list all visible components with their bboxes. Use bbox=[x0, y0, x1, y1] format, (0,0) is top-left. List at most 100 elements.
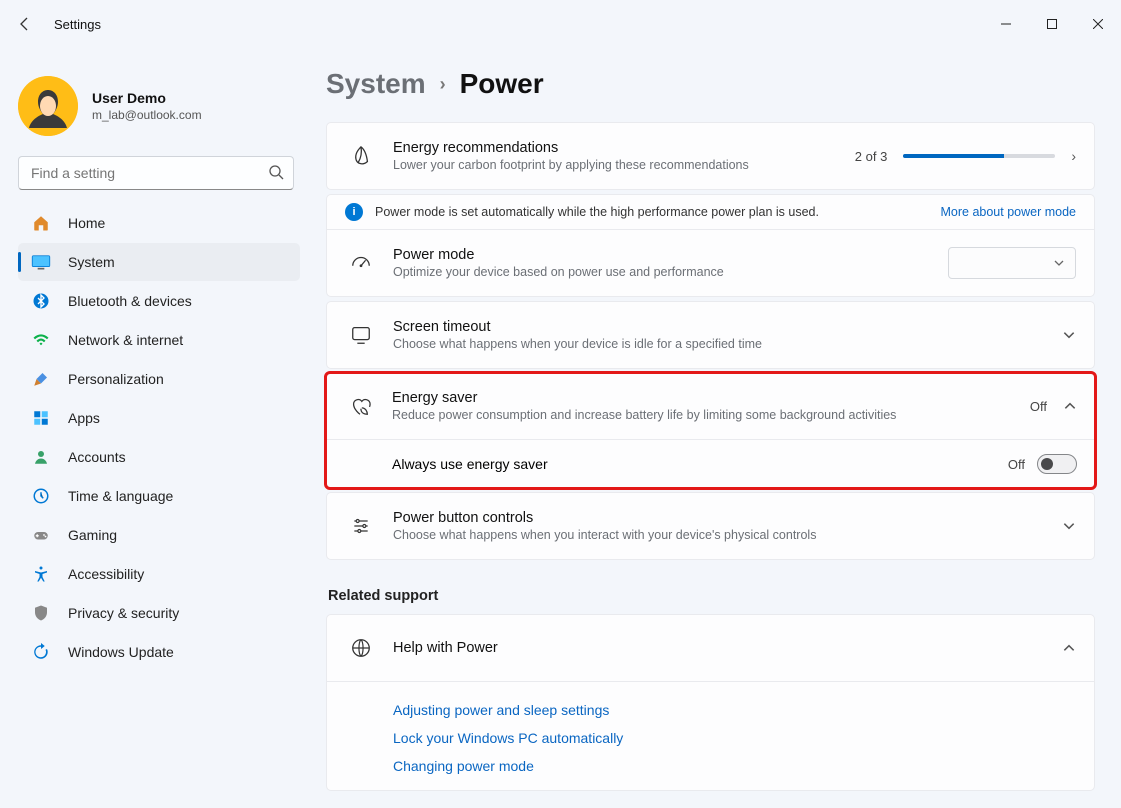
leaf-icon bbox=[345, 145, 377, 167]
chevron-up-icon bbox=[1062, 641, 1076, 655]
content[interactable]: System › Power Energy recommendations Lo… bbox=[310, 48, 1121, 808]
accounts-icon bbox=[30, 446, 52, 468]
energy-sub: Lower your carbon footprint by applying … bbox=[393, 158, 855, 172]
sidebar-item-time-language[interactable]: Time & language bbox=[18, 477, 300, 515]
always-energy-saver-toggle[interactable] bbox=[1037, 454, 1077, 474]
info-icon: i bbox=[345, 203, 363, 221]
sidebar-item-label: Windows Update bbox=[68, 644, 174, 660]
sidebar-item-label: Apps bbox=[68, 410, 100, 426]
maximize-button[interactable] bbox=[1029, 8, 1075, 40]
accessibility-icon bbox=[30, 563, 52, 585]
breadcrumb: System › Power bbox=[326, 68, 1095, 100]
chevron-right-icon: › bbox=[1071, 148, 1076, 164]
info-link[interactable]: More about power mode bbox=[941, 205, 1077, 219]
saver-title: Energy saver bbox=[392, 390, 1030, 406]
back-button[interactable] bbox=[8, 7, 42, 41]
gauge-icon bbox=[345, 252, 377, 274]
sidebar-item-label: Accounts bbox=[68, 449, 126, 465]
chevron-down-icon bbox=[1053, 257, 1065, 269]
help-links: Adjusting power and sleep settingsLock y… bbox=[327, 681, 1094, 790]
always-label: Always use energy saver bbox=[392, 456, 548, 472]
body: User Demo m_lab@outlook.com HomeSystemBl… bbox=[0, 48, 1121, 808]
personalization-icon bbox=[30, 368, 52, 390]
energy-saver-card: Energy saver Reduce power consumption an… bbox=[326, 373, 1095, 488]
user-email: m_lab@outlook.com bbox=[92, 108, 202, 122]
help-link[interactable]: Changing power mode bbox=[345, 752, 1076, 780]
avatar-icon bbox=[18, 76, 78, 136]
chevron-up-icon bbox=[1063, 399, 1077, 413]
bluetooth-icon bbox=[30, 290, 52, 312]
help-link[interactable]: Adjusting power and sleep settings bbox=[345, 696, 1076, 724]
user-name: User Demo bbox=[92, 90, 202, 106]
search-icon bbox=[268, 164, 284, 185]
gaming-icon bbox=[30, 524, 52, 546]
sliders-icon bbox=[345, 516, 377, 536]
settings-window: Settings User Demo m_lab@outlook.com bbox=[0, 0, 1121, 808]
apps-icon bbox=[30, 407, 52, 429]
related-heading: Related support bbox=[328, 588, 1095, 604]
privacy-icon bbox=[30, 602, 52, 624]
sidebar-item-gaming[interactable]: Gaming bbox=[18, 516, 300, 554]
screen-sub: Choose what happens when your device is … bbox=[393, 337, 1062, 351]
sidebar-item-windows-update[interactable]: Windows Update bbox=[18, 633, 300, 671]
saver-state: Off bbox=[1030, 399, 1047, 414]
close-button[interactable] bbox=[1075, 8, 1121, 40]
energy-count: 2 of 3 bbox=[855, 149, 888, 164]
user-info: User Demo m_lab@outlook.com bbox=[92, 90, 202, 122]
leaf-heart-icon bbox=[344, 395, 376, 417]
energy-saver-row[interactable]: Energy saver Reduce power consumption an… bbox=[326, 373, 1095, 439]
sidebar: User Demo m_lab@outlook.com Home SystemBl… bbox=[0, 48, 310, 808]
sidebar-item-label: Personalization bbox=[68, 371, 164, 387]
search-box bbox=[18, 156, 294, 190]
sidebar-item-accounts[interactable]: Accounts bbox=[18, 438, 300, 476]
network-icon bbox=[30, 329, 52, 351]
maximize-icon bbox=[1047, 19, 1057, 29]
close-icon bbox=[1093, 19, 1103, 29]
breadcrumb-parent[interactable]: System bbox=[326, 68, 426, 100]
info-text: Power mode is set automatically while th… bbox=[375, 205, 819, 219]
power-button-controls-card[interactable]: Power button controls Choose what happen… bbox=[326, 492, 1095, 560]
screen-timeout-card[interactable]: Screen timeout Choose what happens when … bbox=[326, 301, 1095, 369]
chevron-down-icon bbox=[1062, 519, 1076, 533]
avatar bbox=[18, 76, 78, 136]
always-state: Off bbox=[1008, 457, 1025, 472]
power-mode-dropdown[interactable] bbox=[948, 247, 1076, 279]
energy-recs-card[interactable]: Energy recommendations Lower your carbon… bbox=[326, 122, 1095, 190]
minimize-button[interactable] bbox=[983, 8, 1029, 40]
help-row[interactable]: Help with Power bbox=[327, 615, 1094, 681]
sidebar-item-bluetooth-devices[interactable]: Bluetooth & devices bbox=[18, 282, 300, 320]
window-controls bbox=[983, 8, 1121, 40]
sidebar-item-label: Accessibility bbox=[68, 566, 144, 582]
sidebar-item-home[interactable]: Home bbox=[18, 204, 300, 242]
help-title: Help with Power bbox=[393, 640, 1062, 656]
energy-title: Energy recommendations bbox=[393, 140, 855, 156]
titlebar: Settings bbox=[0, 0, 1121, 48]
help-card: Help with Power Adjusting power and slee… bbox=[326, 614, 1095, 791]
screen-title: Screen timeout bbox=[393, 319, 1062, 335]
search-input[interactable] bbox=[18, 156, 294, 190]
update-icon bbox=[30, 641, 52, 663]
sidebar-item-label: Home bbox=[68, 215, 105, 231]
sidebar-item-personalization[interactable]: Personalization bbox=[18, 360, 300, 398]
sidebar-item-privacy-security[interactable]: Privacy & security bbox=[18, 594, 300, 632]
sidebar-item-accessibility[interactable]: Accessibility bbox=[18, 555, 300, 593]
help-link[interactable]: Lock your Windows PC automatically bbox=[345, 724, 1076, 752]
minimize-icon bbox=[1001, 19, 1011, 29]
sidebar-item-label: Privacy & security bbox=[68, 605, 179, 621]
always-use-energy-saver-row: Always use energy saver Off bbox=[326, 439, 1095, 488]
pbc-sub: Choose what happens when you interact wi… bbox=[393, 528, 1062, 542]
sidebar-item-system[interactable]: System bbox=[18, 243, 300, 281]
monitor-icon bbox=[345, 324, 377, 346]
energy-saver-section-highlight: Energy saver Reduce power consumption an… bbox=[326, 373, 1095, 488]
arrow-left-icon bbox=[17, 16, 33, 32]
energy-progress bbox=[903, 154, 1055, 158]
breadcrumb-current: Power bbox=[460, 68, 544, 100]
power-mode-card: Power mode Optimize your device based on… bbox=[326, 229, 1095, 297]
sidebar-item-label: Gaming bbox=[68, 527, 117, 543]
time-icon bbox=[30, 485, 52, 507]
pbc-title: Power button controls bbox=[393, 510, 1062, 526]
chevron-right-icon: › bbox=[440, 74, 446, 95]
sidebar-item-network-internet[interactable]: Network & internet bbox=[18, 321, 300, 359]
user-block[interactable]: User Demo m_lab@outlook.com bbox=[18, 60, 300, 154]
sidebar-item-apps[interactable]: Apps bbox=[18, 399, 300, 437]
